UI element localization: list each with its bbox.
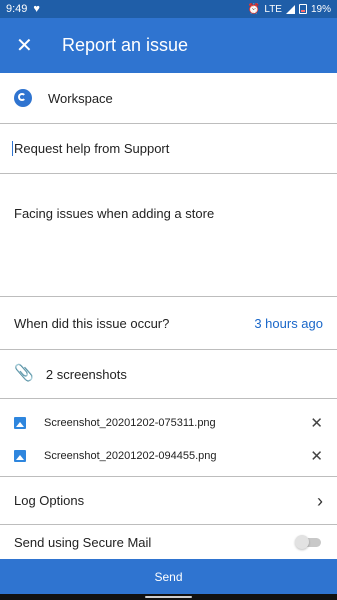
alarm-icon: ⏰	[247, 3, 261, 15]
attachments-count: 2 screenshots	[45, 366, 127, 382]
signal-icon	[285, 4, 295, 14]
battery-icon	[298, 4, 307, 14]
status-right: ⏰ LTE 19%	[248, 4, 331, 15]
subject-value: Request help from Support	[14, 140, 170, 156]
occurrence-value[interactable]: 3 hours ago	[254, 316, 323, 331]
battery-level: 19%	[310, 3, 331, 15]
attachment-item[interactable]: Screenshot_20201202-094455.png ✕	[0, 442, 337, 470]
divider	[0, 398, 337, 399]
description-field[interactable]: Facing issues when adding a store	[0, 174, 337, 296]
send-label: Send	[154, 569, 183, 584]
home-indicator[interactable]	[145, 596, 192, 598]
image-icon	[14, 450, 26, 462]
status-time: 9:49	[6, 3, 28, 15]
status-left: 9:49 ♥	[6, 3, 40, 15]
secure-mail-toggle[interactable]	[295, 535, 323, 549]
occurrence-row[interactable]: When did this issue occur? 3 hours ago	[0, 297, 337, 349]
status-bar: 9:49 ♥ ⏰ LTE 19%	[0, 0, 337, 18]
network-label: LTE	[264, 3, 282, 15]
attachment-filename: Screenshot_20201202-075311.png	[44, 417, 216, 429]
send-button[interactable]: Send	[0, 559, 337, 594]
page-title: Report an issue	[62, 35, 189, 55]
log-options-row[interactable]: Log Options ›	[0, 477, 337, 524]
paperclip-icon: 📎	[14, 365, 34, 382]
text-cursor	[12, 140, 13, 156]
system-nav-bar	[0, 594, 337, 600]
app-bar: ✕ Report an issue	[0, 18, 337, 73]
remove-attachment-icon[interactable]: ✕	[310, 449, 323, 464]
toggle-knob	[295, 535, 309, 549]
heart-icon: ♥	[33, 3, 40, 15]
secure-mail-row: Send using Secure Mail	[0, 525, 337, 559]
attachments-summary: 📎 2 screenshots	[0, 350, 337, 398]
close-icon[interactable]: ✕	[16, 36, 44, 56]
image-icon	[14, 417, 26, 429]
attachment-filename: Screenshot_20201202-094455.png	[44, 450, 217, 462]
secure-mail-label: Send using Secure Mail	[14, 534, 152, 550]
occurrence-question: When did this issue occur?	[14, 315, 170, 331]
workspace-label: Workspace	[48, 90, 113, 106]
workspace-icon	[14, 89, 32, 107]
log-options-label: Log Options	[14, 493, 85, 508]
workspace-row[interactable]: Workspace	[0, 73, 337, 123]
subject-field[interactable]: Request help from Support	[0, 124, 337, 172]
attachment-item[interactable]: Screenshot_20201202-075311.png ✕	[0, 409, 337, 437]
chevron-right-icon: ›	[317, 490, 323, 511]
description-value: Facing issues when adding a store	[14, 206, 215, 221]
remove-attachment-icon[interactable]: ✕	[310, 416, 323, 431]
